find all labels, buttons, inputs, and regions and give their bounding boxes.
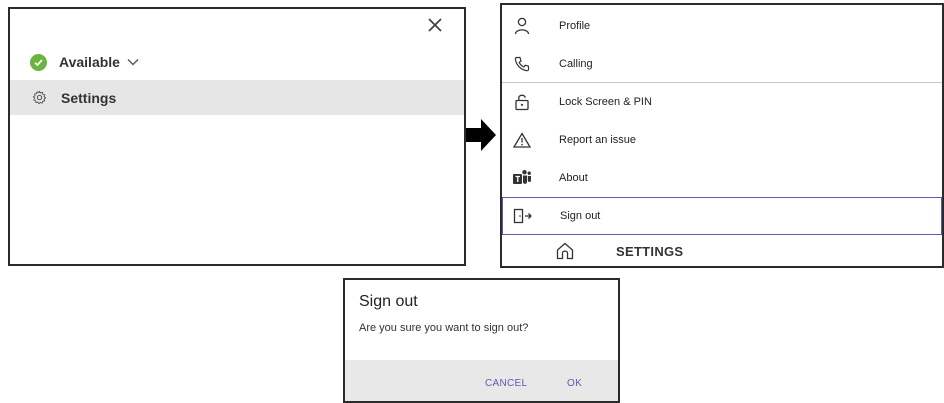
dialog-title: Sign out [359,293,418,310]
status-selector[interactable]: Available [30,50,139,74]
settings-footer: SETTINGS [502,236,942,266]
home-icon[interactable] [555,241,575,261]
menu-item-profile[interactable]: Profile [502,7,942,45]
menu-item-label: Sign out [560,210,601,222]
menu-item-lock-screen[interactable]: Lock Screen & PIN [502,83,942,121]
menu-item-label: Profile [559,20,591,32]
menu-item-report-issue[interactable]: Report an issue [502,121,942,159]
ok-button[interactable]: OK [567,378,582,389]
settings-label: Settings [61,89,117,106]
dialog-message: Are you sure you want to sign out? [359,322,529,334]
settings-menu-panel: Profile Calling Lock Screen & PIN Report… [500,3,944,268]
warning-icon [512,130,532,150]
teams-logo-icon [512,168,532,188]
status-label: Available [59,54,120,70]
chevron-down-icon [127,59,139,66]
menu-item-about[interactable]: About [502,159,942,197]
settings-title: SETTINGS [616,243,684,259]
menu-item-label: Report an issue [559,134,637,146]
phone-icon [512,54,532,74]
menu-item-label: About [559,172,588,184]
check-circle-icon [30,53,47,71]
lock-icon [512,92,532,112]
person-icon [512,16,532,36]
menu-item-label: Calling [559,58,593,70]
settings-menu-item[interactable]: Settings [10,80,464,115]
sign-out-icon [513,206,533,226]
menu-item-calling[interactable]: Calling [502,45,942,83]
cancel-button[interactable]: CANCEL [485,378,527,389]
status-menu-panel: Available Settings [8,7,466,266]
gear-icon [32,90,47,105]
dialog-footer: CANCEL OK [345,360,618,401]
close-icon[interactable] [426,16,444,34]
arrow-right-icon [466,119,496,151]
menu-item-sign-out[interactable]: Sign out [502,197,942,235]
sign-out-dialog: Sign out Are you sure you want to sign o… [343,278,620,403]
menu-item-label: Lock Screen & PIN [559,96,652,108]
